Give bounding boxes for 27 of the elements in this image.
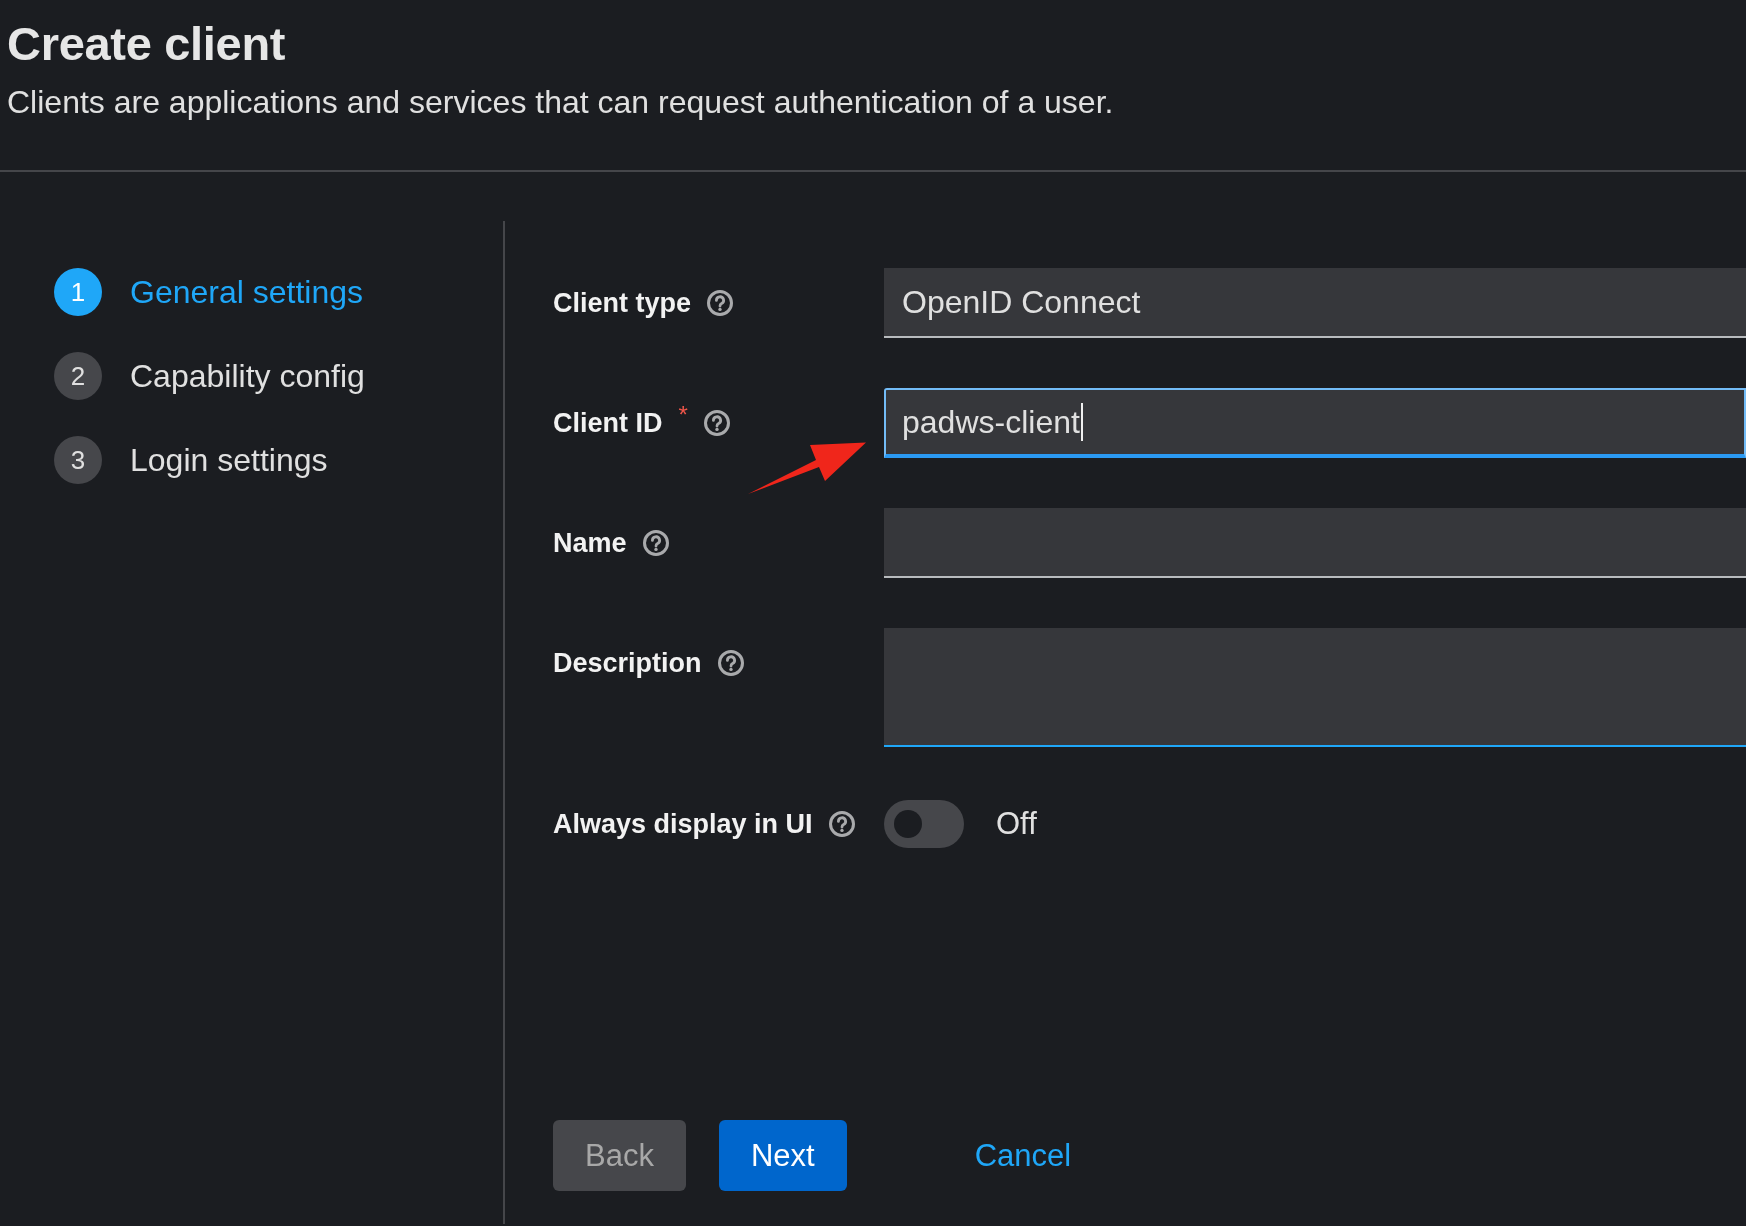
page-description: Clients are applications and services that can request authentication of a user.	[7, 83, 1115, 122]
toggle-label: Off	[996, 806, 1037, 842]
text-cursor-icon	[1080, 403, 1083, 441]
step-number: 2	[54, 352, 102, 400]
step-number: 1	[54, 268, 102, 316]
page-title: Create client	[7, 16, 287, 72]
cancel-link[interactable]: Cancel	[954, 1120, 1092, 1191]
step-number: 3	[54, 436, 102, 484]
step-link[interactable]: Capability config	[130, 357, 365, 395]
select-field[interactable]: OpenID Connect	[884, 268, 1746, 338]
help-icon[interactable]	[828, 811, 855, 837]
step-link[interactable]: General settings	[130, 273, 363, 311]
required-asterisk: *	[678, 401, 688, 429]
field-label: Always display in UI	[553, 808, 813, 840]
field-label: Description	[553, 647, 702, 679]
input-field[interactable]	[884, 508, 1746, 578]
help-icon[interactable]	[717, 650, 744, 676]
toggle-switch[interactable]	[884, 800, 964, 848]
help-icon[interactable]	[703, 410, 730, 436]
field-label: Name	[553, 527, 627, 559]
help-icon[interactable]	[642, 530, 669, 556]
input-field[interactable]: padws-client	[884, 388, 1746, 458]
field-label: Client ID	[553, 407, 663, 439]
field-label: Client type	[553, 287, 692, 319]
step-link[interactable]: Login settings	[130, 441, 328, 479]
next-button[interactable]: Next	[718, 1120, 847, 1191]
help-icon[interactable]	[707, 290, 734, 316]
